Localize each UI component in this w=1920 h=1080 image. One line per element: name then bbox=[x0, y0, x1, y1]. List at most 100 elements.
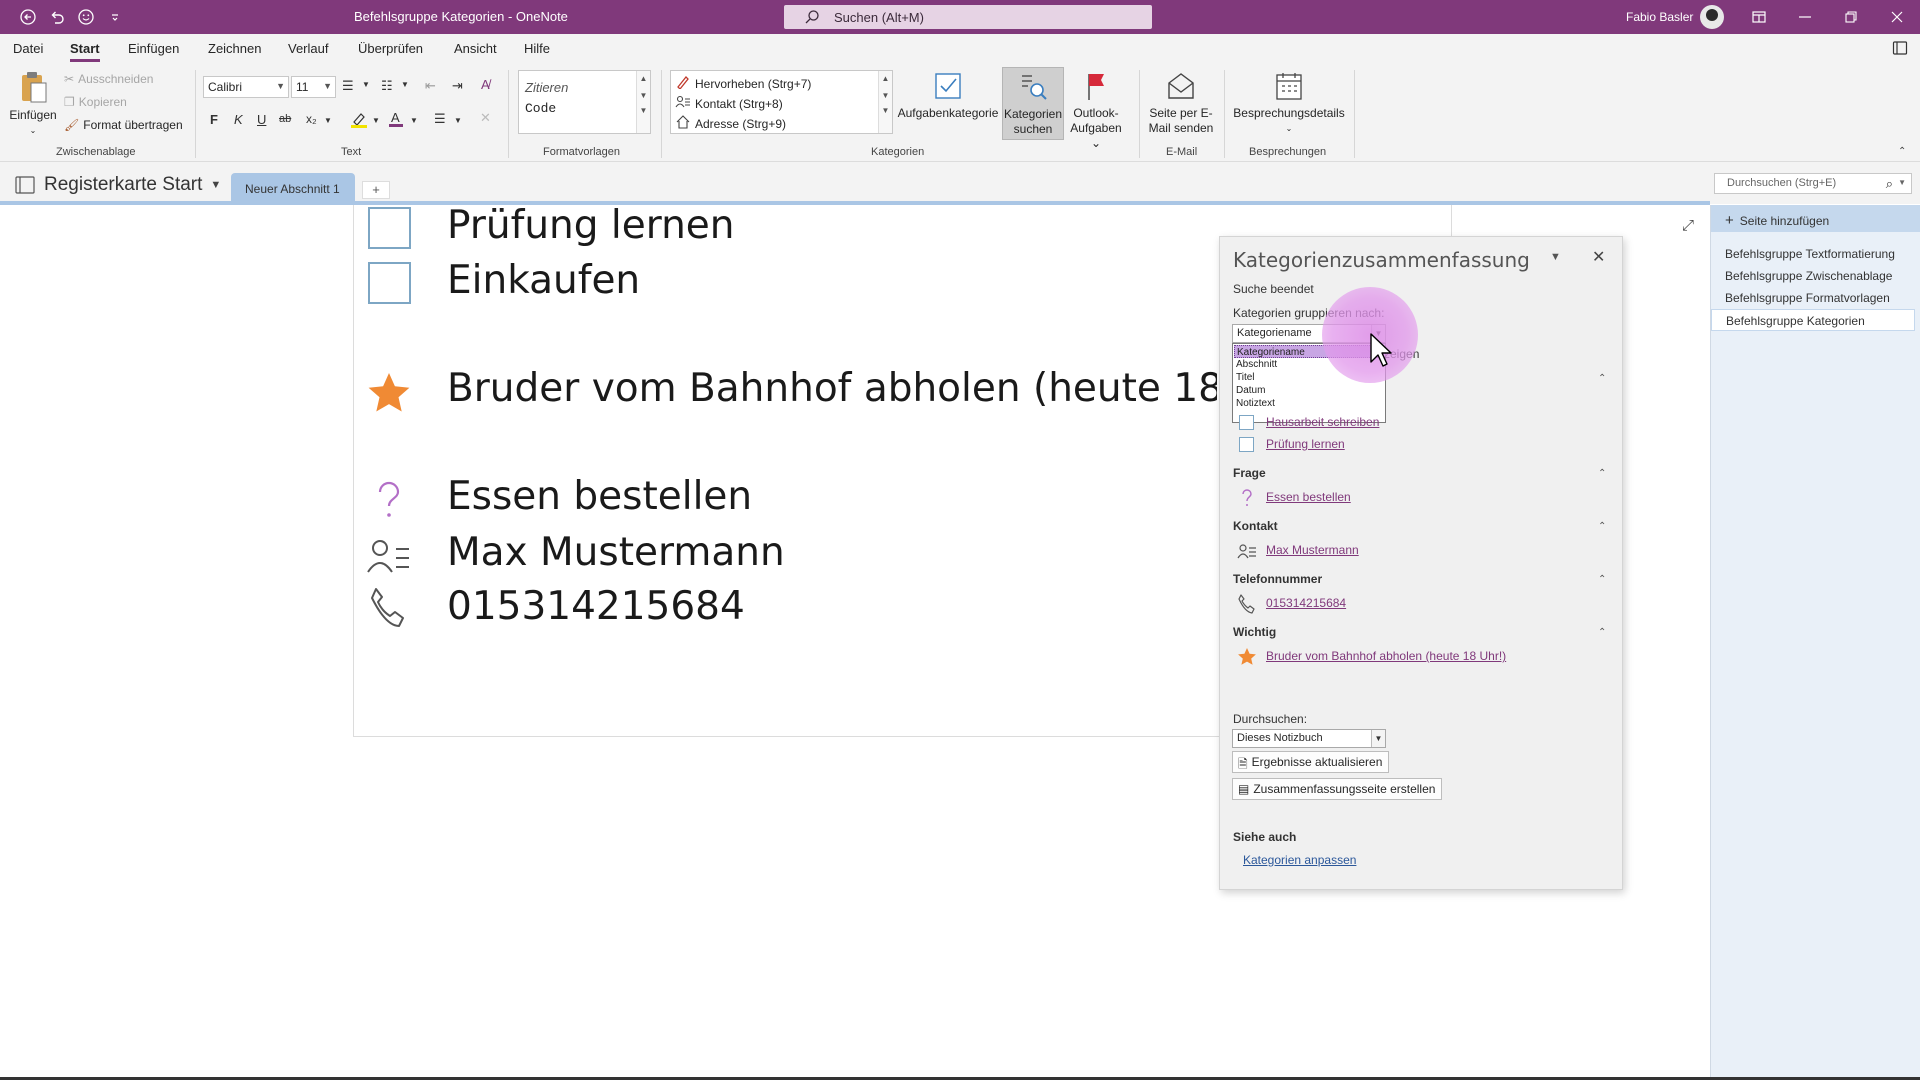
collapse-icon[interactable]: ⌃ bbox=[1598, 574, 1606, 585]
style-quote[interactable]: Zitieren bbox=[525, 80, 568, 95]
todo-checkbox[interactable] bbox=[1239, 437, 1254, 452]
notebook-selector[interactable]: Registerkarte Start ▼ bbox=[14, 174, 221, 196]
tab-start[interactable]: Start bbox=[70, 41, 100, 62]
chevron-down-icon[interactable]: ▼ bbox=[454, 116, 462, 125]
ribbon-display-icon[interactable] bbox=[1744, 6, 1774, 28]
font-color-icon[interactable]: A bbox=[388, 109, 404, 131]
cut-button[interactable]: ✂ Ausschneiden bbox=[64, 72, 153, 86]
tab-hilfe[interactable]: Hilfe bbox=[524, 41, 550, 56]
delete-icon[interactable]: ✕ bbox=[480, 110, 491, 126]
minimize-icon[interactable] bbox=[1790, 6, 1820, 28]
underline-button[interactable]: U bbox=[257, 112, 266, 127]
styles-scroll[interactable]: ▲ ▼ ▼ bbox=[636, 71, 650, 133]
align-icon[interactable]: ☰ bbox=[434, 111, 446, 127]
highlight-icon[interactable] bbox=[350, 110, 368, 131]
note-text-line[interactable]: Prüfung lernen bbox=[447, 203, 735, 248]
search-scope-select[interactable]: Dieses Notizbuch ▼ bbox=[1232, 729, 1386, 748]
paste-button[interactable]: Einfügen ⌄ bbox=[8, 70, 58, 138]
find-tags-button[interactable]: Kategorien suchen bbox=[1002, 67, 1064, 140]
decrease-indent-icon[interactable]: ⇤ bbox=[425, 78, 436, 94]
todo-checkbox[interactable] bbox=[1239, 415, 1254, 430]
pane-menu-icon[interactable]: ▼ bbox=[1550, 251, 1561, 263]
collapse-icon[interactable]: ⌃ bbox=[1598, 521, 1606, 532]
result-link[interactable]: Prüfung lernen bbox=[1266, 437, 1345, 451]
chevron-down-icon[interactable]: ▼ bbox=[410, 116, 418, 125]
tab-datei[interactable]: Datei bbox=[13, 41, 43, 56]
tab-ueberpruefen[interactable]: Überprüfen bbox=[358, 41, 423, 56]
font-name-select[interactable]: Calibri ▼ bbox=[203, 76, 289, 98]
expand-icon[interactable]: ⤢ bbox=[1682, 217, 1694, 234]
tab-einfuegen[interactable]: Einfügen bbox=[128, 41, 179, 56]
copy-button[interactable]: ❐ Kopieren bbox=[64, 95, 127, 109]
result-link[interactable]: Hausarbeit schreiben bbox=[1266, 415, 1379, 429]
smiley-icon[interactable] bbox=[75, 6, 97, 28]
undo-icon[interactable] bbox=[46, 6, 68, 28]
styles-gallery[interactable]: Zitieren Code ▲ ▼ ▼ bbox=[518, 70, 651, 134]
result-link[interactable]: Bruder vom Bahnhof abholen (heute 18 Uhr… bbox=[1266, 649, 1506, 663]
collapse-icon[interactable]: ⌃ bbox=[1598, 373, 1606, 384]
close-icon[interactable] bbox=[1882, 6, 1912, 28]
dropdown-option[interactable]: Notiztext bbox=[1234, 397, 1384, 410]
chevron-down-icon[interactable]: ▼ bbox=[362, 80, 370, 89]
search-input[interactable]: Suchen (Alt+M) bbox=[784, 5, 1152, 29]
section-tab[interactable]: Neuer Abschnitt 1 bbox=[231, 173, 355, 204]
collapse-icon[interactable]: ⌃ bbox=[1598, 627, 1606, 638]
tags-gallery[interactable]: Hervorheben (Strg+7) Kontakt (Strg+8) Ad… bbox=[670, 70, 893, 134]
customize-toolbar-icon[interactable] bbox=[104, 6, 126, 28]
page-item[interactable]: Befehlsgruppe Textformatierung bbox=[1711, 243, 1915, 265]
customize-tags-link[interactable]: Kategorien anpassen bbox=[1243, 853, 1356, 867]
tag-address[interactable]: Adresse (Strg+9) bbox=[675, 115, 786, 132]
add-section-button[interactable]: + bbox=[362, 181, 390, 199]
format-painter-button[interactable]: 🖌 Format übertragen bbox=[64, 118, 183, 132]
tags-scroll[interactable]: ▲ ▼ ▼ bbox=[878, 71, 892, 133]
refresh-results-button[interactable]: 🗎 Ergebnisse aktualisieren bbox=[1232, 751, 1390, 773]
page-search-input[interactable]: Durchsuchen (Strg+E) ⌕ ▼ bbox=[1714, 173, 1912, 194]
back-icon[interactable] bbox=[17, 6, 39, 28]
page-item[interactable]: Befehlsgruppe Zwischenablage bbox=[1711, 265, 1915, 287]
result-link[interactable]: Max Mustermann bbox=[1266, 543, 1359, 557]
meeting-details-button[interactable]: Besprechungsdetails ⌄ bbox=[1228, 70, 1350, 136]
subscript-button[interactable]: x₂ bbox=[306, 112, 317, 126]
add-page-button[interactable]: + Seite hinzufügen bbox=[1711, 205, 1920, 232]
chevron-down-icon[interactable]: ▼ bbox=[324, 116, 332, 125]
increase-indent-icon[interactable]: ⇥ bbox=[452, 78, 463, 94]
note-text-line[interactable]: Essen bestellen bbox=[447, 474, 752, 519]
page-item[interactable]: Befehlsgruppe Formatvorlagen bbox=[1711, 287, 1915, 309]
chevron-down-icon[interactable]: ▼ bbox=[401, 80, 409, 89]
collapse-ribbon-icon[interactable]: ⌃ bbox=[1898, 146, 1906, 157]
tag-contact[interactable]: Kontakt (Strg+8) bbox=[675, 95, 783, 112]
note-text-line[interactable]: Bruder vom Bahnhof abholen (heute 18 Uh bbox=[447, 366, 1217, 411]
result-link[interactable]: Essen bestellen bbox=[1266, 490, 1351, 504]
result-link[interactable]: 015314215684 bbox=[1266, 596, 1346, 610]
close-icon[interactable]: ✕ bbox=[1592, 247, 1605, 267]
tab-verlauf[interactable]: Verlauf bbox=[288, 41, 328, 56]
todo-tag-button[interactable]: Aufgabenkategorie bbox=[896, 70, 1000, 121]
italic-button[interactable]: K bbox=[234, 112, 243, 127]
note-text-line[interactable]: 015314215684 bbox=[447, 584, 745, 629]
bullet-list-icon[interactable]: ☰ bbox=[342, 78, 354, 94]
dropdown-option[interactable]: Datum bbox=[1234, 384, 1384, 397]
chevron-down-icon[interactable]: ▼ bbox=[372, 116, 380, 125]
strikethrough-button[interactable]: ab bbox=[279, 113, 291, 125]
outlook-tasks-button[interactable]: Outlook- Aufgaben ⌄ bbox=[1064, 70, 1128, 151]
style-code[interactable]: Code bbox=[525, 101, 556, 116]
email-page-button[interactable]: Seite per E- Mail senden bbox=[1144, 70, 1218, 136]
clear-format-icon[interactable]: A̸ bbox=[481, 77, 490, 92]
bold-button[interactable]: F bbox=[210, 112, 218, 127]
user-name[interactable]: Fabio Basler bbox=[1626, 10, 1693, 24]
note-text-line[interactable]: Max Mustermann bbox=[447, 530, 785, 575]
tab-zeichnen[interactable]: Zeichnen bbox=[208, 41, 261, 56]
todo-checkbox[interactable] bbox=[368, 207, 411, 249]
todo-checkbox[interactable] bbox=[368, 262, 411, 304]
avatar[interactable] bbox=[1700, 5, 1724, 29]
numbered-list-icon[interactable]: ☷ bbox=[381, 78, 393, 94]
restore-icon[interactable] bbox=[1836, 6, 1866, 28]
tab-ansicht[interactable]: Ansicht bbox=[454, 41, 497, 56]
note-text-line[interactable]: Einkaufen bbox=[447, 258, 640, 303]
page-item-selected[interactable]: Befehlsgruppe Kategorien bbox=[1711, 309, 1915, 331]
notebook-pane-icon[interactable] bbox=[1892, 40, 1908, 59]
tag-highlight[interactable]: Hervorheben (Strg+7) bbox=[675, 75, 811, 92]
create-summary-page-button[interactable]: ▤ Zusammenfassungsseite erstellen bbox=[1232, 778, 1443, 800]
font-size-select[interactable]: 11 ▼ bbox=[291, 76, 336, 98]
collapse-icon[interactable]: ⌃ bbox=[1598, 468, 1606, 479]
